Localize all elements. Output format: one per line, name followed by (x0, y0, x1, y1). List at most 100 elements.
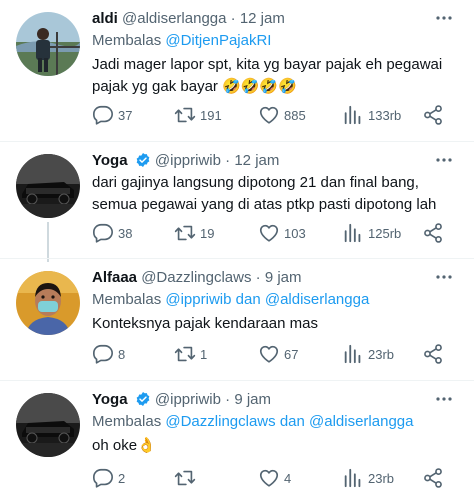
reply-joiner: dan (279, 413, 305, 430)
divider (0, 380, 474, 381)
user-handle[interactable]: @Dazzlingclaws (141, 269, 251, 286)
avatar[interactable] (16, 271, 80, 335)
reply-count: 8 (118, 346, 126, 362)
mention-link[interactable]: @DitjenPajakRI (165, 32, 271, 49)
retweet-arrows-icon (174, 225, 196, 241)
more-dots-icon[interactable] (434, 267, 454, 287)
tweet[interactable]: Yoga @ippriwib · 12 jam dari gajinya lan… (0, 150, 474, 262)
reply-joiner: dan (235, 291, 261, 308)
speech-bubble-icon (93, 344, 113, 364)
retweet-button[interactable] (174, 467, 200, 489)
mention-link[interactable]: @aldiserlangga (265, 291, 369, 308)
share-button[interactable] (422, 104, 444, 126)
share-icon (424, 468, 442, 488)
display-name[interactable]: Yoga (92, 391, 128, 408)
more-dots-icon[interactable] (434, 8, 454, 28)
avatar[interactable] (16, 154, 80, 218)
retweet-arrows-icon (174, 470, 196, 486)
like-button[interactable]: 67 (258, 343, 298, 365)
user-handle[interactable]: @ippriwib (155, 391, 221, 408)
separator-dot: · (225, 391, 231, 408)
timestamp[interactable]: 9 jam (265, 269, 302, 286)
bar-chart-icon (344, 105, 361, 125)
share-icon (424, 105, 442, 125)
retweet-arrows-icon (174, 346, 196, 362)
more-dots-icon[interactable] (434, 389, 454, 409)
speech-bubble-icon (93, 468, 113, 488)
bar-chart-icon (344, 468, 361, 488)
like-button[interactable]: 885 (258, 104, 306, 126)
timestamp[interactable]: 12 jam (240, 10, 285, 27)
separator-dot: · (225, 152, 231, 169)
share-icon (424, 344, 442, 364)
reply-context: Membalas @DitjenPajakRI (92, 30, 271, 52)
view-count: 23rb (368, 470, 395, 486)
divider (0, 258, 474, 259)
divider (0, 141, 474, 142)
reply-count: 38 (118, 225, 133, 241)
reply-button[interactable]: 2 (92, 467, 125, 489)
speech-bubble-icon (93, 105, 113, 125)
heart-icon (259, 224, 279, 242)
verified-badge-icon (135, 152, 151, 168)
separator-dot: · (230, 10, 236, 27)
retweet-button[interactable]: 191 (174, 104, 222, 126)
like-count: 67 (284, 346, 299, 362)
bar-chart-icon (344, 223, 361, 243)
reply-button[interactable]: 38 (92, 222, 132, 244)
retweet-arrows-icon (174, 107, 196, 123)
mention-link[interactable]: @Dazzlingclaws (165, 413, 275, 430)
verified-badge-icon (135, 391, 151, 407)
tweet-actions: 8 1 67 23rb (92, 343, 454, 365)
heart-icon (259, 106, 279, 124)
tweet[interactable]: Alfaaa @Dazzlingclaws · 9 jam Membalas @… (0, 267, 474, 371)
timestamp[interactable]: 9 jam (234, 391, 271, 408)
user-handle[interactable]: @ippriwib (155, 152, 221, 169)
more-dots-icon[interactable] (434, 150, 454, 170)
thread-connector (47, 222, 49, 262)
reply-count: 2 (118, 470, 126, 486)
like-count: 103 (284, 225, 306, 241)
retweet-count: 1 (200, 346, 208, 362)
reply-button[interactable]: 8 (92, 343, 125, 365)
reply-prefix: Membalas (92, 413, 162, 430)
tweet-header: Alfaaa @Dazzlingclaws · 9 jam (92, 267, 434, 289)
avatar[interactable] (16, 12, 80, 76)
retweet-button[interactable]: 1 (174, 343, 207, 365)
avatar[interactable] (16, 393, 80, 457)
tweet-text: oh oke👌 (92, 437, 156, 454)
mention-link[interactable]: @aldiserlangga (309, 413, 413, 430)
views-button[interactable]: 133rb (342, 104, 401, 126)
tweet-header: aldi @aldiserlangga · 12 jam (92, 8, 434, 30)
share-button[interactable] (422, 343, 444, 365)
bar-chart-icon (344, 344, 361, 364)
retweet-button[interactable]: 19 (174, 222, 214, 244)
like-count: 4 (284, 470, 292, 486)
tweet[interactable]: Yoga @ippriwib · 9 jam Membalas @Dazzlin… (0, 389, 474, 493)
display-name[interactable]: Yoga (92, 152, 128, 169)
heart-icon (259, 345, 279, 363)
retweet-count: 191 (200, 107, 222, 123)
reply-button[interactable]: 37 (92, 104, 132, 126)
share-button[interactable] (422, 222, 444, 244)
tweet-header: Yoga @ippriwib · 12 jam (92, 150, 434, 172)
speech-bubble-icon (93, 223, 113, 243)
like-button[interactable]: 4 (258, 467, 291, 489)
timestamp[interactable]: 12 jam (234, 152, 279, 169)
tweet-text: Konteksnya pajak kendaraan mas (92, 315, 318, 332)
views-button[interactable]: 125rb (342, 222, 401, 244)
tweet[interactable]: aldi @aldiserlangga · 12 jam Membalas @D… (0, 8, 474, 128)
like-button[interactable]: 103 (258, 222, 306, 244)
views-button[interactable]: 23rb (342, 343, 394, 365)
views-button[interactable]: 23rb (342, 467, 394, 489)
mention-link[interactable]: @ippriwib (165, 291, 231, 308)
share-button[interactable] (422, 467, 444, 489)
reply-context: Membalas @ippriwib dan @aldiserlangga (92, 289, 369, 311)
reply-prefix: Membalas (92, 291, 162, 308)
tweet-actions: 38 19 103 125rb (92, 222, 454, 244)
display-name[interactable]: Alfaaa (92, 269, 137, 286)
tweet-text: Jadi mager lapor spt, kita yg bayar paja… (92, 56, 443, 95)
display-name[interactable]: aldi (92, 10, 118, 27)
separator-dot: · (255, 269, 261, 286)
user-handle[interactable]: @aldiserlangga (122, 10, 226, 27)
